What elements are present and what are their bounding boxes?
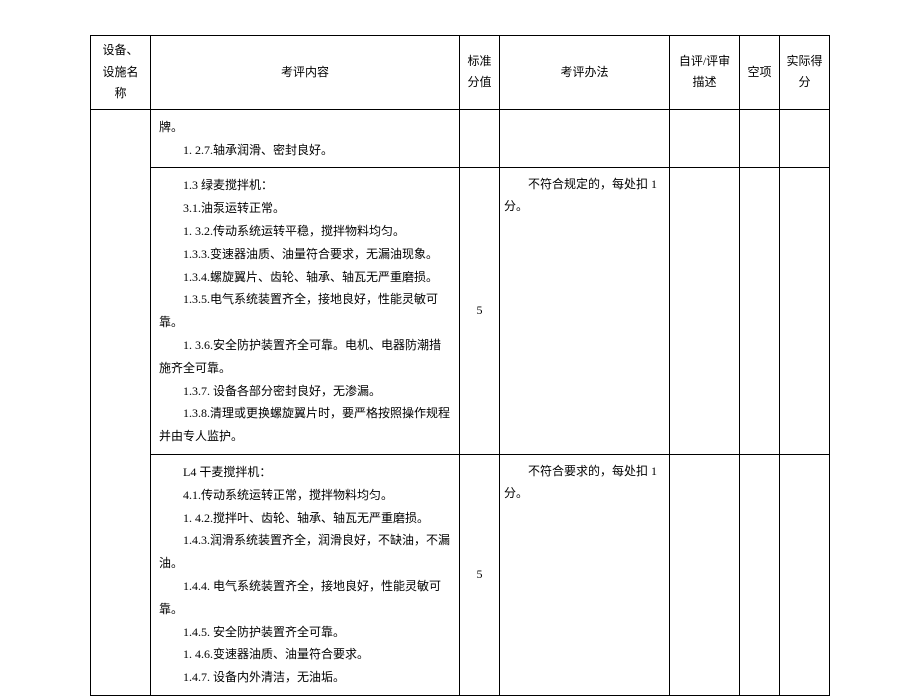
cell-actual-score: [780, 168, 830, 455]
table-row: L4 干麦搅拌机： 4.1.传动系统运转正常，搅拌物料均匀。 1. 4.2.搅拌…: [91, 454, 830, 695]
content-line: 1. 2.7.轴承润滑、密封良好。: [159, 139, 451, 162]
cell-std-score: 5: [460, 168, 500, 455]
cell-empty: [740, 109, 780, 168]
cell-std-score: [460, 109, 500, 168]
header-std-score: 标准分值: [460, 36, 500, 110]
header-equipment-name: 设备、设施名称: [91, 36, 151, 110]
content-line: 1.4.5. 安全防护装置齐全可靠。: [159, 621, 451, 644]
cell-std-score: 5: [460, 454, 500, 695]
header-eval-content: 考评内容: [151, 36, 460, 110]
content-line: 1.3.5.电气系统装置齐全，接地良好，性能灵敏可靠。: [159, 288, 451, 334]
cell-content: 牌。 1. 2.7.轴承润滑、密封良好。: [151, 109, 460, 168]
content-line: L4 干麦搅拌机：: [159, 461, 451, 484]
table-header-row: 设备、设施名称 考评内容 标准分值 考评办法 自评/评审描述 空项 实际得分: [91, 36, 830, 110]
cell-self-review: [670, 454, 740, 695]
cell-self-review: [670, 109, 740, 168]
cell-empty: [740, 454, 780, 695]
method-text: 不符合要求的，每处扣 1 分。: [504, 464, 657, 500]
header-self-review: 自评/评审描述: [670, 36, 740, 110]
header-actual-score: 实际得分: [780, 36, 830, 110]
content-line: 1. 4.6.变速器油质、油量符合要求。: [159, 643, 451, 666]
cell-method: 不符合规定的，每处扣 1 分。: [500, 168, 670, 455]
content-line: 1. 3.2.传动系统运转平稳，搅拌物料均匀。: [159, 220, 451, 243]
content-line: 1.4.7. 设备内外清洁，无油垢。: [159, 666, 451, 689]
table-row: 1.3 绿麦搅拌机： 3.1.油泵运转正常。 1. 3.2.传动系统运转平稳，搅…: [91, 168, 830, 455]
content-line: 1. 3.6.安全防护装置齐全可靠。电机、电器防潮措施齐全可靠。: [159, 334, 451, 380]
cell-content: L4 干麦搅拌机： 4.1.传动系统运转正常，搅拌物料均匀。 1. 4.2.搅拌…: [151, 454, 460, 695]
cell-empty: [740, 168, 780, 455]
content-line: 1.3.8.清理或更换螺旋翼片时，要严格按照操作规程并由专人监护。: [159, 402, 451, 448]
content-line: 1.3.4.螺旋翼片、齿轮、轴承、轴瓦无严重磨损。: [159, 266, 451, 289]
cell-actual-score: [780, 109, 830, 168]
table-row: 牌。 1. 2.7.轴承润滑、密封良好。: [91, 109, 830, 168]
cell-equipment-name: [91, 109, 151, 695]
content-line: 1.4.3.润滑系统装置齐全，润滑良好，不缺油，不漏油。: [159, 529, 451, 575]
content-line: 1. 4.2.搅拌叶、齿轮、轴承、轴瓦无严重磨损。: [159, 507, 451, 530]
content-line: 1.4.4. 电气系统装置齐全，接地良好，性能灵敏可靠。: [159, 575, 451, 621]
header-empty: 空项: [740, 36, 780, 110]
cell-content: 1.3 绿麦搅拌机： 3.1.油泵运转正常。 1. 3.2.传动系统运转平稳，搅…: [151, 168, 460, 455]
evaluation-table: 设备、设施名称 考评内容 标准分值 考评办法 自评/评审描述 空项 实际得分 牌…: [90, 35, 830, 696]
content-line: 1.3 绿麦搅拌机：: [159, 174, 451, 197]
content-line: 1.3.7. 设备各部分密封良好，无渗漏。: [159, 380, 451, 403]
content-line: 3.1.油泵运转正常。: [159, 197, 451, 220]
content-line: 1.3.3.变速器油质、油量符合要求，无漏油现象。: [159, 243, 451, 266]
cell-self-review: [670, 168, 740, 455]
cell-method: [500, 109, 670, 168]
cell-method: 不符合要求的，每处扣 1 分。: [500, 454, 670, 695]
content-line: 牌。: [159, 116, 451, 139]
cell-actual-score: [780, 454, 830, 695]
method-text: 不符合规定的，每处扣 1 分。: [504, 177, 657, 213]
content-line: 4.1.传动系统运转正常，搅拌物料均匀。: [159, 484, 451, 507]
header-eval-method: 考评办法: [500, 36, 670, 110]
